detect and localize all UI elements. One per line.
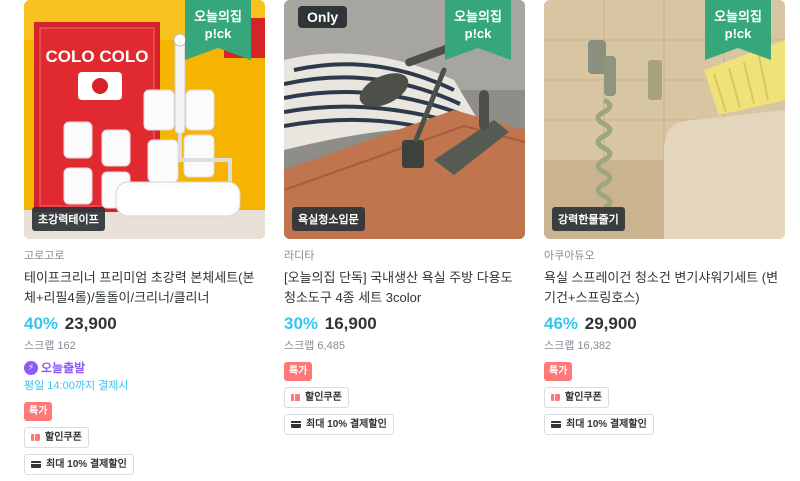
price-row: 46% 29,900 (544, 313, 785, 335)
product-card[interactable]: COLO COLO 오늘의집 p!ck 초강력테이프 고로고로 테이프크리너 프… (24, 0, 265, 475)
pick-ribbon: 오늘의집 p!ck (705, 0, 771, 60)
payment-discount-label: 최대 10% 결제할인 (306, 419, 387, 430)
discount-rate: 30% (284, 314, 319, 333)
scrap-count: 스크랩 16,382 (544, 340, 612, 352)
price: 23,900 (64, 314, 117, 333)
today-departure-label: 오늘출발 (41, 361, 86, 375)
pick-label: 오늘의집 p!ck (454, 9, 502, 41)
pick-label: 오늘의집 p!ck (714, 9, 762, 41)
brand-name[interactable]: 아쿠아듀오 (544, 248, 785, 264)
coupon-chip: 할인쿠폰 (544, 387, 609, 408)
special-badge: 특가 (24, 402, 53, 421)
credit-card-icon (31, 461, 41, 468)
coupon-label: 할인쿠폰 (45, 432, 82, 443)
special-badge: 특가 (284, 362, 313, 381)
price-row: 40% 23,900 (24, 313, 265, 335)
product-image[interactable]: 오늘의집 p!ck 강력한물줄기 (544, 0, 785, 239)
departure-note: 평일 14:00까지 결제시 (24, 380, 129, 392)
scrap-count: 스크랩 6,485 (284, 340, 345, 352)
box-brand-text: COLO COLO (46, 47, 149, 66)
lightning-icon: ⚡ (24, 360, 38, 375)
product-image[interactable]: COLO COLO 오늘의집 p!ck 초강력테이프 (24, 0, 265, 239)
pick-ribbon: 오늘의집 p!ck (445, 0, 511, 60)
coupon-label: 할인쿠폰 (305, 392, 342, 403)
product-card[interactable]: 오늘의집 p!ck 강력한물줄기 아쿠아듀오 욕실 스프레이건 청소건 변기샤워… (544, 0, 785, 435)
coupon-chip: 할인쿠폰 (24, 427, 89, 448)
price: 16,900 (324, 314, 377, 333)
payment-discount-chip: 최대 10% 결제할인 (544, 414, 654, 435)
today-departure: ⚡ 오늘출발 (24, 359, 265, 376)
scrap-count: 스크랩 162 (24, 340, 76, 352)
price: 29,900 (584, 314, 637, 333)
product-image[interactable]: Only 오늘의집 p!ck 욕실청소입문 (284, 0, 525, 239)
coupon-icon (31, 434, 40, 441)
coupon-icon (291, 394, 300, 401)
payment-discount-chip: 최대 10% 결제할인 (24, 454, 134, 475)
product-title[interactable]: 테이프크리너 프리미엄 초강력 본체세트(본체+리필4롤)/돌돌이/크리너/클리… (24, 268, 265, 308)
image-badge: 강력한물줄기 (552, 207, 625, 231)
payment-discount-chip: 최대 10% 결제할인 (284, 414, 394, 435)
coupon-chip: 할인쿠폰 (284, 387, 349, 408)
special-badge: 특가 (544, 362, 573, 381)
payment-discount-label: 최대 10% 결제할인 (46, 459, 127, 470)
credit-card-icon (551, 421, 561, 428)
discount-rate: 46% (544, 314, 579, 333)
brand-name[interactable]: 고로고로 (24, 248, 265, 264)
pick-label: 오늘의집 p!ck (194, 9, 242, 41)
coupon-icon (551, 394, 560, 401)
only-badge: Only (298, 6, 348, 28)
product-title[interactable]: [오늘의집 단독] 국내생산 욕실 주방 다용도 청소도구 4종 세트 3col… (284, 268, 525, 308)
product-card[interactable]: Only 오늘의집 p!ck 욕실청소입문 라디타 [오늘의집 단독] 국내생산… (284, 0, 525, 435)
image-badge: 초강력테이프 (32, 207, 105, 231)
credit-card-icon (291, 421, 301, 428)
discount-rate: 40% (24, 314, 59, 333)
payment-discount-label: 최대 10% 결제할인 (566, 419, 647, 430)
coupon-label: 할인쿠폰 (565, 392, 602, 403)
brand-name[interactable]: 라디타 (284, 248, 525, 264)
pick-ribbon: 오늘의집 p!ck (185, 0, 251, 60)
image-badge: 욕실청소입문 (292, 207, 365, 231)
product-title[interactable]: 욕실 스프레이건 청소건 변기샤워기세트 (변기건+스프링호스) (544, 268, 785, 308)
price-row: 30% 16,900 (284, 313, 525, 335)
